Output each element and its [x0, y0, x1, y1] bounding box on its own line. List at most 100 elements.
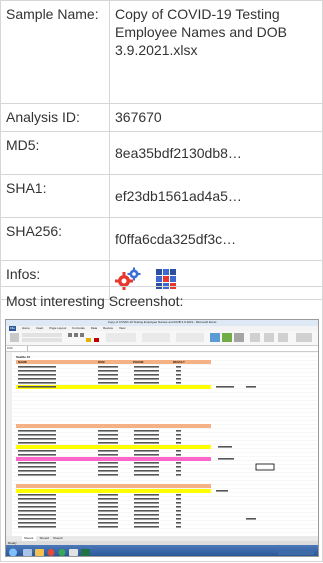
col-phone-header: PHONE — [133, 360, 144, 364]
cell-text — [134, 378, 159, 380]
cell-text — [176, 514, 181, 516]
spreadsheet-grid-graphic — [6, 352, 318, 536]
cell-text — [18, 510, 56, 512]
cell-text — [176, 470, 181, 472]
cell-text — [134, 502, 159, 504]
cell-text — [98, 434, 118, 436]
spreadsheet-grid[interactable]: Seattle 10 NAME DOB PHONE RESULT — [6, 352, 318, 536]
start-button-icon — [9, 548, 17, 556]
analysis-id-value: 367670 — [109, 103, 323, 132]
cell-text — [18, 366, 56, 368]
cell-text — [18, 494, 56, 496]
cell-text — [134, 438, 159, 440]
screenshot-thumbnail[interactable]: Copy of COVID-19 Testing Employee Names … — [5, 319, 319, 557]
cell-text — [98, 510, 118, 512]
sample-name-value: Copy of COVID-19 Testing Employee Names … — [109, 0, 323, 104]
cell-text — [176, 382, 181, 384]
cell-text — [18, 466, 56, 468]
cell-text — [134, 518, 159, 520]
highlight-row — [16, 445, 211, 449]
md5-value: 8ea35bdf2130db8… — [109, 131, 323, 175]
cell-text — [18, 378, 56, 380]
taskbar-excel-icon — [81, 549, 90, 556]
side-note — [218, 446, 232, 448]
row-header-strip — [6, 352, 12, 536]
cell-text — [98, 502, 118, 504]
ribbon-controls-graphic — [10, 333, 312, 342]
cell-text — [134, 366, 159, 368]
sample-name-row: Sample Name: Copy of COVID-19 Testing Em… — [0, 0, 323, 104]
cell-text — [176, 526, 181, 528]
name-box[interactable]: C33 — [6, 346, 28, 351]
cell-text — [18, 454, 56, 456]
cell-text — [134, 454, 159, 456]
cell-text — [176, 454, 181, 456]
cell-text — [176, 506, 181, 508]
cell-text — [18, 386, 56, 388]
col-name-header: NAME — [18, 360, 27, 364]
cell-text — [134, 442, 159, 444]
cell-text — [176, 442, 181, 444]
cell-text — [176, 366, 181, 368]
section-header-row — [16, 484, 211, 488]
cell-text — [134, 526, 159, 528]
cell-text — [176, 370, 181, 372]
cell-text — [134, 370, 159, 372]
cell-text — [18, 370, 56, 372]
cell-text — [18, 498, 56, 500]
sha256-row: SHA256: f0ffa6cda325df3c… — [0, 217, 323, 261]
cell-text — [176, 438, 181, 440]
sample-info-table: Sample Name: Copy of COVID-19 Testing Em… — [0, 0, 323, 300]
cell-text — [98, 498, 118, 500]
cell-text — [176, 434, 181, 436]
cell-text — [98, 438, 118, 440]
cell-text — [98, 382, 118, 384]
sha1-label: SHA1: — [0, 174, 110, 218]
cell-text — [176, 450, 181, 452]
formula-input[interactable] — [28, 346, 318, 351]
windows-taskbar — [6, 545, 318, 556]
sample-name-label: Sample Name: — [0, 0, 110, 104]
cell-text — [98, 522, 118, 524]
cell-text — [18, 382, 56, 384]
cell-text — [18, 522, 56, 524]
cell-text — [18, 438, 56, 440]
cell-text — [176, 462, 181, 464]
cell-text — [98, 370, 118, 372]
sha1-row: SHA1: ef23db1561ad4a5… — [0, 174, 323, 218]
cell-text — [98, 366, 118, 368]
cell-text — [134, 462, 159, 464]
cell-text — [98, 466, 118, 468]
cell-text — [18, 470, 56, 472]
most-interesting-title: Most interesting Screenshot: — [6, 293, 184, 309]
cell-text — [134, 470, 159, 472]
side-note — [246, 386, 256, 388]
cell-text — [18, 450, 56, 452]
sheet-title: Seattle 10 — [16, 355, 31, 359]
cell-text — [98, 442, 118, 444]
cell-text — [134, 522, 159, 524]
sha1-value: ef23db1561ad4a5… — [109, 174, 323, 218]
highlight-row — [16, 489, 211, 493]
highlight-row — [16, 457, 211, 461]
side-note — [216, 386, 234, 388]
cell-text — [18, 502, 56, 504]
cell-text — [98, 454, 118, 456]
md5-label: MD5: — [0, 131, 110, 175]
column-header-row: NAME DOB PHONE RESULT — [16, 360, 211, 364]
cell-text — [176, 474, 181, 476]
taskbar-app-icon — [23, 549, 32, 556]
col-dob-header: DOB — [98, 360, 105, 364]
side-note — [246, 518, 256, 520]
cell-text — [98, 518, 118, 520]
md5-row: MD5: 8ea35bdf2130db8… — [0, 131, 323, 175]
cell-text — [176, 510, 181, 512]
taskbar-chrome-icon — [58, 549, 66, 556]
cell-text — [134, 434, 159, 436]
cell-text — [176, 498, 181, 500]
sha256-label: SHA256: — [0, 217, 110, 261]
selected-cell — [255, 463, 275, 471]
ribbon-body — [6, 331, 318, 346]
taskbar-app2-icon — [69, 549, 78, 556]
cell-text — [18, 506, 56, 508]
